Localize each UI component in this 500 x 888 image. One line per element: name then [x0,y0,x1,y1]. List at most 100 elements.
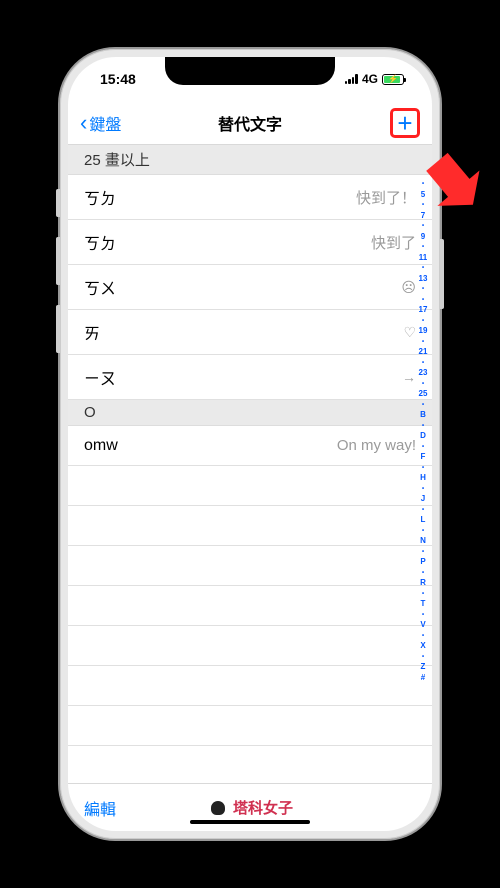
index-item[interactable]: R [420,578,426,589]
shortcuts-list[interactable]: 25 畫以上ㄎㄉ快到了！ㄎㄉ快到了ㄎㄨ☹ㄞ♡ㄧㄡ→OomwOn my way! [68,145,432,783]
nav-bar: ‹ 鍵盤 替代文字 + [68,101,432,145]
side-buttons-left [56,189,60,373]
phrase-text: → [402,369,416,385]
index-item[interactable]: 19 [419,326,428,337]
index-item[interactable]: • [422,242,424,253]
empty-row [68,546,432,586]
index-item[interactable]: • [422,337,424,348]
index-bar[interactable]: •5•7•9•11•13••17•19•21•23•25•B•D•F•H•J•L… [416,149,430,779]
page-title: 替代文字 [218,111,282,135]
empty-row [68,706,432,746]
section-header: O [68,400,432,426]
index-item[interactable]: 13 [419,274,428,285]
index-item[interactable]: • [422,463,424,474]
empty-row [68,626,432,666]
back-label: 鍵盤 [89,111,121,135]
chevron-left-icon: ‹ [80,112,87,134]
index-item[interactable]: 11 [419,253,427,264]
phrase-text: ☹ [401,279,416,296]
index-item[interactable]: 25 [419,389,428,400]
table-row[interactable]: ㄎㄉ 快到了！ [68,175,432,220]
table-row[interactable]: ㄧㄡ → [68,355,432,400]
index-item[interactable]: 9 [421,232,425,243]
shortcut-text: omw [84,437,118,455]
index-item[interactable]: # [421,673,425,684]
shortcut-text: ㄎㄉ [84,230,116,254]
battery-icon: ⚡ [382,74,404,85]
plus-icon: + [397,110,412,136]
index-item[interactable]: • [422,442,424,453]
status-time: 15:48 [100,71,136,87]
phrase-text: 快到了！ [356,187,416,208]
phrase-text: 快到了 [371,232,416,253]
index-item[interactable]: • [422,610,424,621]
index-item[interactable]: • [422,547,424,558]
table-row[interactable]: ㄎㄨ ☹ [68,265,432,310]
shortcut-text: ㄞ [84,320,100,344]
index-item[interactable]: L [421,515,426,526]
index-item[interactable]: • [422,179,424,190]
index-item[interactable]: • [422,505,424,516]
index-item[interactable]: • [422,652,424,663]
index-item[interactable]: P [420,557,425,568]
index-item[interactable]: D [420,431,426,442]
index-item[interactable]: • [422,526,424,537]
index-item[interactable]: • [422,379,424,390]
index-item[interactable]: J [421,494,425,505]
index-item[interactable]: X [420,641,425,652]
empty-row [68,746,432,783]
index-item[interactable]: • [422,568,424,579]
index-item[interactable]: • [422,358,424,369]
index-item[interactable]: T [421,599,426,610]
add-button[interactable]: + [390,108,420,138]
index-item[interactable]: N [420,536,426,547]
brand-label: 塔科女子 [233,797,293,818]
table-row[interactable]: omw On my way! [68,426,432,466]
index-item[interactable]: • [422,400,424,411]
brand-icon [207,797,229,819]
sad-face-icon: ☹ [401,279,416,296]
network-label: 4G [362,72,378,86]
index-item[interactable]: • [422,316,424,327]
back-button[interactable]: ‹ 鍵盤 [80,111,121,135]
index-item[interactable]: V [420,620,425,631]
index-item[interactable]: 23 [419,368,428,379]
table-row[interactable]: ㄞ♡ [68,310,432,355]
empty-row [68,586,432,626]
index-item[interactable]: 7 [421,211,425,222]
index-item[interactable]: F [421,452,426,463]
index-item[interactable]: • [422,484,424,495]
screen: 15:48 4G ⚡ ‹ 鍵盤 替代文字 + 25 畫以上ㄎㄉ快到了！ㄎㄉ快到了… [68,57,432,831]
edit-button[interactable]: 編輯 [84,796,116,820]
side-button-right [440,239,444,309]
notch [165,57,335,85]
home-indicator[interactable] [190,820,310,824]
shortcut-text: ㄎㄉ [84,185,116,209]
phrase-text: ♡ [403,324,416,341]
index-item[interactable]: • [422,589,424,600]
index-item[interactable]: • [422,295,424,306]
empty-row [68,506,432,546]
index-item[interactable]: Z [421,662,426,673]
arrow-right-icon: → [402,369,416,385]
shortcut-text: ㄧㄡ [84,365,116,389]
empty-row [68,466,432,506]
index-item[interactable]: 5 [421,190,425,201]
index-item[interactable]: 17 [419,305,428,316]
heart-icon: ♡ [403,324,416,341]
index-item[interactable]: H [420,473,426,484]
table-row[interactable]: ㄎㄉ 快到了 [68,220,432,265]
brand-badge: 塔科女子 [207,797,293,819]
status-right: 4G ⚡ [345,72,404,86]
index-item[interactable]: • [422,200,424,211]
index-item[interactable]: 21 [419,347,428,358]
phone-frame: 15:48 4G ⚡ ‹ 鍵盤 替代文字 + 25 畫以上ㄎㄉ快到了！ㄎㄉ快到了… [60,49,440,839]
index-item[interactable]: • [422,263,424,274]
index-item[interactable]: • [422,421,424,432]
index-item[interactable]: • [422,631,424,642]
shortcut-text: ㄎㄨ [84,275,116,299]
index-item[interactable]: • [422,284,424,295]
index-item[interactable]: B [420,410,426,421]
phrase-text: On my way! [337,437,416,454]
index-item[interactable]: • [422,221,424,232]
